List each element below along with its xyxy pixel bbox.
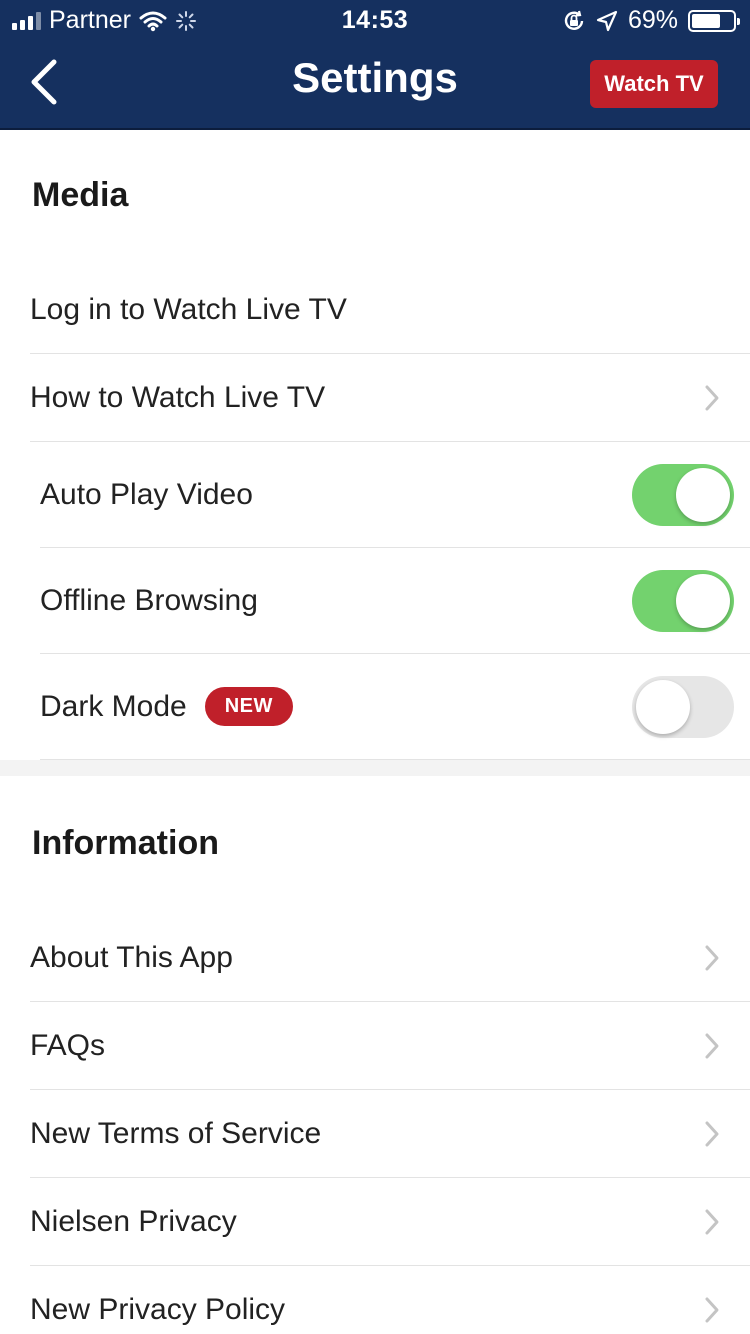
row-faqs[interactable]: FAQs bbox=[30, 1002, 750, 1090]
battery-percent: 69% bbox=[627, 6, 678, 34]
chevron-right-icon bbox=[704, 1178, 720, 1265]
chevron-right-icon bbox=[704, 914, 720, 1001]
status-bar: Partner 14:53 69% bbox=[0, 0, 750, 40]
row-auto-play-video: Auto Play Video bbox=[40, 442, 750, 548]
status-right: 69% bbox=[562, 6, 740, 35]
section-title-media: Media bbox=[32, 176, 129, 214]
row-dark-mode: Dark Mode NEW bbox=[40, 654, 750, 760]
row-log-in-live-tv[interactable]: Log in to Watch Live TV bbox=[30, 266, 750, 354]
chevron-right-icon bbox=[704, 354, 720, 441]
row-terms-of-service[interactable]: New Terms of Service bbox=[30, 1090, 750, 1178]
row-label: FAQs bbox=[30, 1028, 106, 1062]
toggle-knob bbox=[676, 573, 730, 628]
orientation-lock-icon bbox=[564, 10, 584, 30]
chevron-right-icon bbox=[704, 1266, 720, 1334]
chevron-right-icon bbox=[704, 1002, 720, 1089]
row-label: Log in to Watch Live TV bbox=[30, 292, 347, 326]
row-label: Nielsen Privacy bbox=[30, 1204, 237, 1238]
row-how-to-watch[interactable]: How to Watch Live TV bbox=[30, 354, 750, 442]
row-label: New Privacy Policy bbox=[30, 1293, 286, 1326]
toggle-knob bbox=[636, 679, 690, 734]
battery-icon bbox=[688, 9, 740, 32]
chevron-right-icon bbox=[704, 1090, 720, 1177]
watch-tv-button[interactable]: Watch TV bbox=[590, 60, 718, 108]
location-arrow-icon bbox=[596, 10, 618, 31]
row-label: Offline Browsing bbox=[40, 583, 258, 617]
dark-mode-toggle[interactable] bbox=[632, 675, 734, 738]
row-label: About This App bbox=[30, 940, 233, 974]
app-header: Partner 14:53 69% Settings Watch TV bbox=[0, 0, 750, 130]
toggle-knob bbox=[676, 467, 730, 522]
battery-fill bbox=[692, 13, 720, 28]
row-label: How to Watch Live TV bbox=[30, 380, 326, 414]
row-label: Auto Play Video bbox=[40, 477, 253, 511]
row-about-this-app[interactable]: About This App bbox=[30, 914, 750, 1002]
row-nielsen-privacy[interactable]: Nielsen Privacy bbox=[30, 1178, 750, 1266]
auto-play-toggle[interactable] bbox=[632, 463, 734, 526]
row-privacy-policy[interactable]: New Privacy Policy bbox=[30, 1266, 750, 1334]
row-label: New Terms of Service bbox=[30, 1116, 322, 1150]
offline-browsing-toggle[interactable] bbox=[632, 569, 734, 632]
row-offline-browsing: Offline Browsing bbox=[40, 548, 750, 654]
new-badge: NEW bbox=[204, 687, 293, 726]
section-divider bbox=[0, 760, 750, 776]
row-label: Dark Mode bbox=[40, 689, 187, 723]
section-title-information: Information bbox=[32, 824, 219, 862]
navigation-bar: Settings Watch TV bbox=[0, 40, 750, 128]
